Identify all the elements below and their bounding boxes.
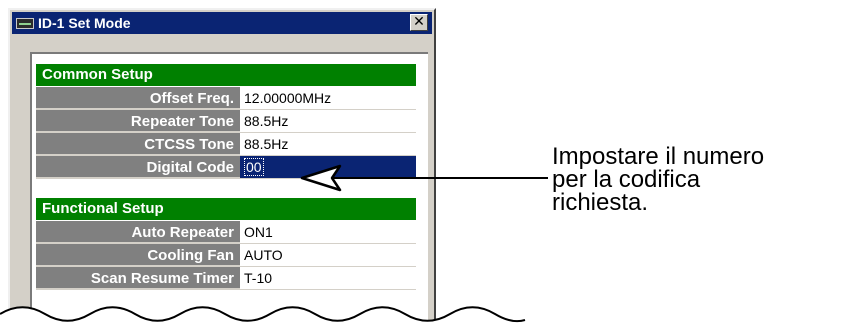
annotation-line: per la codifica (552, 166, 701, 193)
annotation-callout-text: Impostare il numero per la codifica rich… (552, 143, 837, 216)
annotation-line: richiesta. (552, 189, 649, 216)
leader-arrow (300, 164, 548, 192)
annotation-line: Impostare il numero (552, 143, 765, 170)
